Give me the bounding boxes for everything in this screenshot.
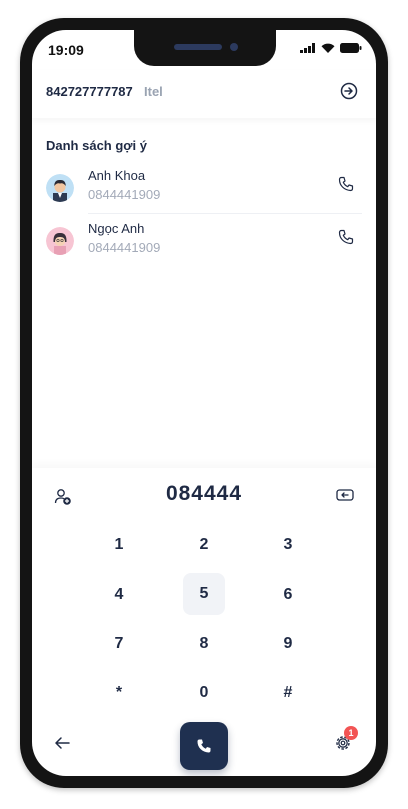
settings-button[interactable]: 1 bbox=[334, 726, 358, 754]
logout-button[interactable] bbox=[340, 82, 358, 105]
key-9[interactable]: 9 bbox=[268, 624, 308, 664]
contact-number: 0844441909 bbox=[88, 187, 161, 202]
contact-name: Anh Khoa bbox=[88, 168, 146, 183]
phone-icon bbox=[197, 739, 211, 753]
list-divider bbox=[88, 213, 362, 214]
call-contact-button[interactable] bbox=[338, 176, 354, 197]
arrow-left-icon bbox=[55, 737, 70, 749]
key-star[interactable]: * bbox=[99, 673, 139, 713]
back-button[interactable] bbox=[54, 736, 70, 755]
contact-name: Ngọc Anh bbox=[88, 221, 145, 236]
notch bbox=[134, 30, 276, 66]
call-button[interactable] bbox=[180, 722, 228, 770]
header: 842727777787 Itel bbox=[32, 70, 376, 118]
key-hash[interactable]: # bbox=[268, 673, 308, 713]
key-2[interactable]: 2 bbox=[184, 525, 224, 565]
notification-badge: 1 bbox=[344, 726, 358, 740]
logout-icon bbox=[340, 82, 358, 100]
signal-icon bbox=[300, 43, 315, 53]
screen: 19:09 842727777787 Itel Danh sách gợi ý … bbox=[32, 30, 376, 776]
key-7[interactable]: 7 bbox=[99, 624, 139, 664]
dialpad-area: 084444 1 2 3 4 5 6 7 8 9 * 0 # 1 bbox=[32, 468, 376, 776]
contact-item[interactable]: Ngọc Anh 0844441909 bbox=[32, 219, 376, 269]
battery-icon bbox=[340, 43, 362, 53]
wifi-icon bbox=[321, 43, 335, 53]
key-5[interactable]: 5 bbox=[183, 573, 225, 615]
phone-icon bbox=[338, 229, 354, 245]
key-0[interactable]: 0 bbox=[184, 673, 224, 713]
status-time: 19:09 bbox=[48, 42, 84, 58]
key-4[interactable]: 4 bbox=[99, 575, 139, 615]
backspace-button[interactable] bbox=[336, 488, 354, 507]
suggestions-title: Danh sách gợi ý bbox=[46, 138, 147, 153]
backspace-icon bbox=[336, 489, 354, 501]
camera bbox=[230, 43, 238, 51]
key-1[interactable]: 1 bbox=[99, 525, 139, 565]
phone-icon bbox=[338, 176, 354, 192]
male-avatar-icon bbox=[46, 174, 74, 202]
speaker bbox=[174, 44, 222, 50]
status-icons bbox=[300, 43, 362, 53]
phone-frame: 19:09 842727777787 Itel Danh sách gợi ý … bbox=[20, 18, 388, 788]
key-3[interactable]: 3 bbox=[268, 525, 308, 565]
female-avatar-icon bbox=[46, 227, 74, 255]
call-contact-button[interactable] bbox=[338, 229, 354, 250]
key-6[interactable]: 6 bbox=[268, 575, 308, 615]
key-8[interactable]: 8 bbox=[184, 624, 224, 664]
carrier-label: Itel bbox=[144, 84, 163, 99]
dialed-number: 084444 bbox=[165, 482, 243, 505]
contact-number: 0844441909 bbox=[88, 240, 161, 255]
account-number: 842727777787 bbox=[46, 84, 133, 99]
contact-item[interactable]: Anh Khoa 0844441909 bbox=[32, 166, 376, 216]
